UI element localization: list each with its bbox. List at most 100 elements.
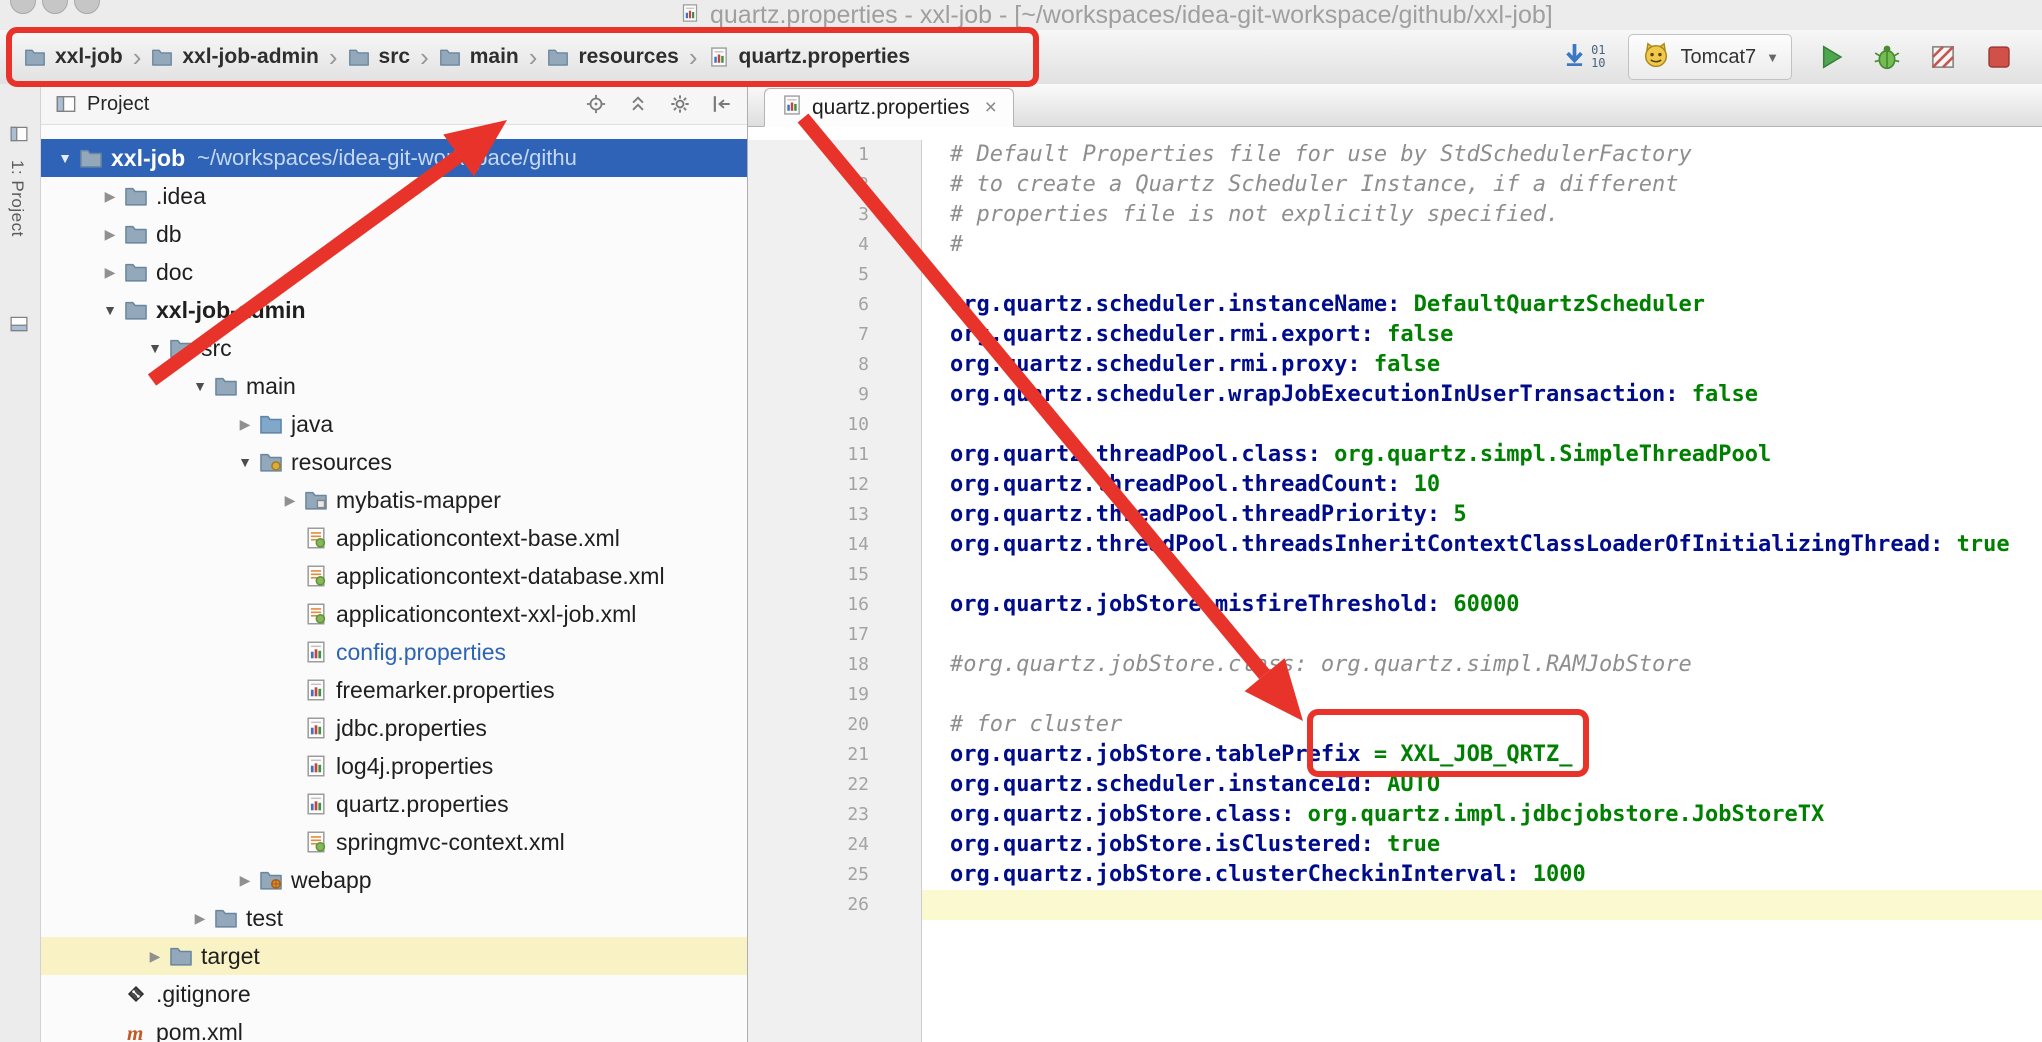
run-button[interactable] [1814,40,1848,74]
tree-item-applicationcontext-xxl-job-xml[interactable]: applicationcontext-xxl-job.xml [41,595,747,633]
property-value: DefaultQuartzScheduler [1414,292,1705,317]
tree-item-log4j-properties[interactable]: log4j.properties [41,747,747,785]
collapse-all-icon[interactable] [627,93,649,115]
code-line-22[interactable]: org.quartz.scheduler.instanceId: AUTO [922,770,2042,800]
code-line-23[interactable]: org.quartz.jobStore.class: org.quartz.im… [922,800,2042,830]
gear-icon[interactable] [669,93,691,115]
tree-item-applicationcontext-base-xml[interactable]: applicationcontext-base.xml [41,519,747,557]
tree-item-quartz-properties[interactable]: quartz.properties [41,785,747,823]
tree-item-pom-xml[interactable]: mpom.xml [41,1013,747,1042]
tree-item-main[interactable]: ▼main [41,367,747,405]
tree-item-java[interactable]: ▶java [41,405,747,443]
tree-expander-icon[interactable]: ▶ [231,416,259,433]
line-number: 23 [748,800,869,830]
tree-item-springmvc-context-xml[interactable]: springmvc-context.xml [41,823,747,861]
code-line-15[interactable] [922,560,2042,590]
tree-item-test[interactable]: ▶test [41,899,747,937]
code-line-9[interactable]: org.quartz.scheduler.wrapJobExecutionInU… [922,380,2042,410]
tree-expander-icon[interactable]: ▶ [276,492,304,509]
main-area: 1: Project Project ▼xxl-job~/workspaces/… [0,84,2042,1042]
property-separator: : [1665,382,1692,407]
code-line-20[interactable]: # for cluster [922,710,2042,740]
window-close-button[interactable] [10,0,36,14]
code-line-18[interactable]: #org.quartz.jobStore.class: org.quartz.s… [922,650,2042,680]
breadcrumb-item-main[interactable]: main [439,45,519,69]
tree-expander-icon[interactable]: ▼ [186,378,214,394]
code-line-8[interactable]: org.quartz.scheduler.rmi.proxy: false [922,350,2042,380]
code-line-24[interactable]: org.quartz.jobStore.isClustered: true [922,830,2042,860]
tree-expander-icon[interactable]: ▼ [51,150,79,166]
tree-expander-icon[interactable]: ▶ [186,910,214,927]
code-line-16[interactable]: org.quartz.jobStore.misfireThreshold: 60… [922,590,2042,620]
debug-button[interactable] [1870,40,1904,74]
tree-item-target[interactable]: ▶target [41,937,747,975]
code-line-1[interactable]: # Default Properties file for use by Std… [922,140,2042,170]
code-line-5[interactable] [922,260,2042,290]
code-line-13[interactable]: org.quartz.threadPool.threadPriority: 5 [922,500,2042,530]
code-line-4[interactable]: # [922,230,2042,260]
run-configuration-select[interactable]: Tomcat7 ▼ [1628,34,1792,80]
code-line-19[interactable] [922,680,2042,710]
code-line-21[interactable]: org.quartz.jobStore.tablePrefix = XXL_JO… [922,740,2042,770]
tree-expander-icon[interactable]: ▶ [96,226,124,243]
favorites-tool-icon[interactable] [9,314,29,334]
property-value: true [1957,532,2010,557]
tree-item--gitignore[interactable]: .gitignore [41,975,747,1013]
tree-item-db[interactable]: ▶db [41,215,747,253]
tree-expander-icon[interactable]: ▼ [141,340,169,356]
code-line-2[interactable]: # to create a Quartz Scheduler Instance,… [922,170,2042,200]
breadcrumb-item-resources[interactable]: resources [547,45,678,69]
window-zoom-button[interactable] [74,0,100,14]
tree-item-resources[interactable]: ▼resources [41,443,747,481]
code-line-17[interactable] [922,620,2042,650]
code-line-12[interactable]: org.quartz.threadPool.threadCount: 10 [922,470,2042,500]
tree-item-xxl-job-admin[interactable]: ▼ xxl-job-admin [41,291,747,329]
code-line-10[interactable] [922,410,2042,440]
code-line-7[interactable]: org.quartz.scheduler.rmi.export: false [922,320,2042,350]
tree-expander-icon[interactable]: ▶ [96,264,124,281]
tree-item-applicationcontext-database-xml[interactable]: applicationcontext-database.xml [41,557,747,595]
locate-file-icon[interactable] [585,93,607,115]
tree-expander-icon[interactable]: ▶ [96,188,124,205]
close-tab-icon[interactable]: × [985,96,997,120]
tree-item-webapp[interactable]: ▶webapp [41,861,747,899]
tree-item-mybatis-mapper[interactable]: ▶mybatis-mapper [41,481,747,519]
breadcrumb-item-xxl-job[interactable]: xxl-job [24,45,123,69]
line-number: 13 [748,500,869,530]
tree-item-label: xxl-job-admin [156,297,306,324]
tree-expander-icon[interactable]: ▼ [96,302,124,318]
code-line-11[interactable]: org.quartz.threadPool.class: org.quartz.… [922,440,2042,470]
breadcrumb-item-quartz-properties[interactable]: quartz.properties [708,45,911,69]
tree-item-freemarker-properties[interactable]: freemarker.properties [41,671,747,709]
update-project-button[interactable]: 01 10 [1561,41,1605,73]
code-line-6[interactable]: org.quartz.scheduler.instanceName: Defau… [922,290,2042,320]
tree-item-jdbc-properties[interactable]: jdbc.properties [41,709,747,747]
project-view-icon [55,93,77,115]
tree-expander-icon[interactable]: ▶ [141,948,169,965]
tree-expander-icon[interactable]: ▼ [231,454,259,470]
breadcrumb-item-src[interactable]: src [348,45,411,69]
tree-item-xxl-job[interactable]: ▼xxl-job~/workspaces/idea-git-workspace/… [41,139,747,177]
tab-quartz-properties[interactable]: quartz.properties × [764,88,1014,127]
line-number: 20 [748,710,869,740]
tree-expander-icon[interactable]: ▶ [231,872,259,889]
hide-panel-icon[interactable] [711,93,733,115]
property-separator: : [1361,322,1388,347]
tree-item--idea[interactable]: ▶.idea [41,177,747,215]
breadcrumb-item-xxl-job-admin[interactable]: xxl-job-admin [151,45,319,69]
tree-item-doc[interactable]: ▶doc [41,253,747,291]
code-line-14[interactable]: org.quartz.threadPool.threadsInheritCont… [922,530,2042,560]
editor-content[interactable]: 1234567891011121314151617181920212223242… [748,127,2042,1042]
tree-item-src[interactable]: ▼src [41,329,747,367]
line-number: 6 [748,290,869,320]
code-line-3[interactable]: # properties file is not explicitly spec… [922,200,2042,230]
project-stripe-button[interactable]: 1: Project [7,160,27,237]
stop-button[interactable] [1982,40,2016,74]
tree-item-config-properties[interactable]: config.properties [41,633,747,671]
property-separator: : [1506,862,1533,887]
code-line-25[interactable]: org.quartz.jobStore.clusterCheckinInterv… [922,860,2042,890]
window-minimize-button[interactable] [42,0,68,14]
property-key: org.quartz.scheduler.instanceName [950,292,1387,317]
code-line-26[interactable] [922,890,2042,920]
coverage-button[interactable] [1926,40,1960,74]
